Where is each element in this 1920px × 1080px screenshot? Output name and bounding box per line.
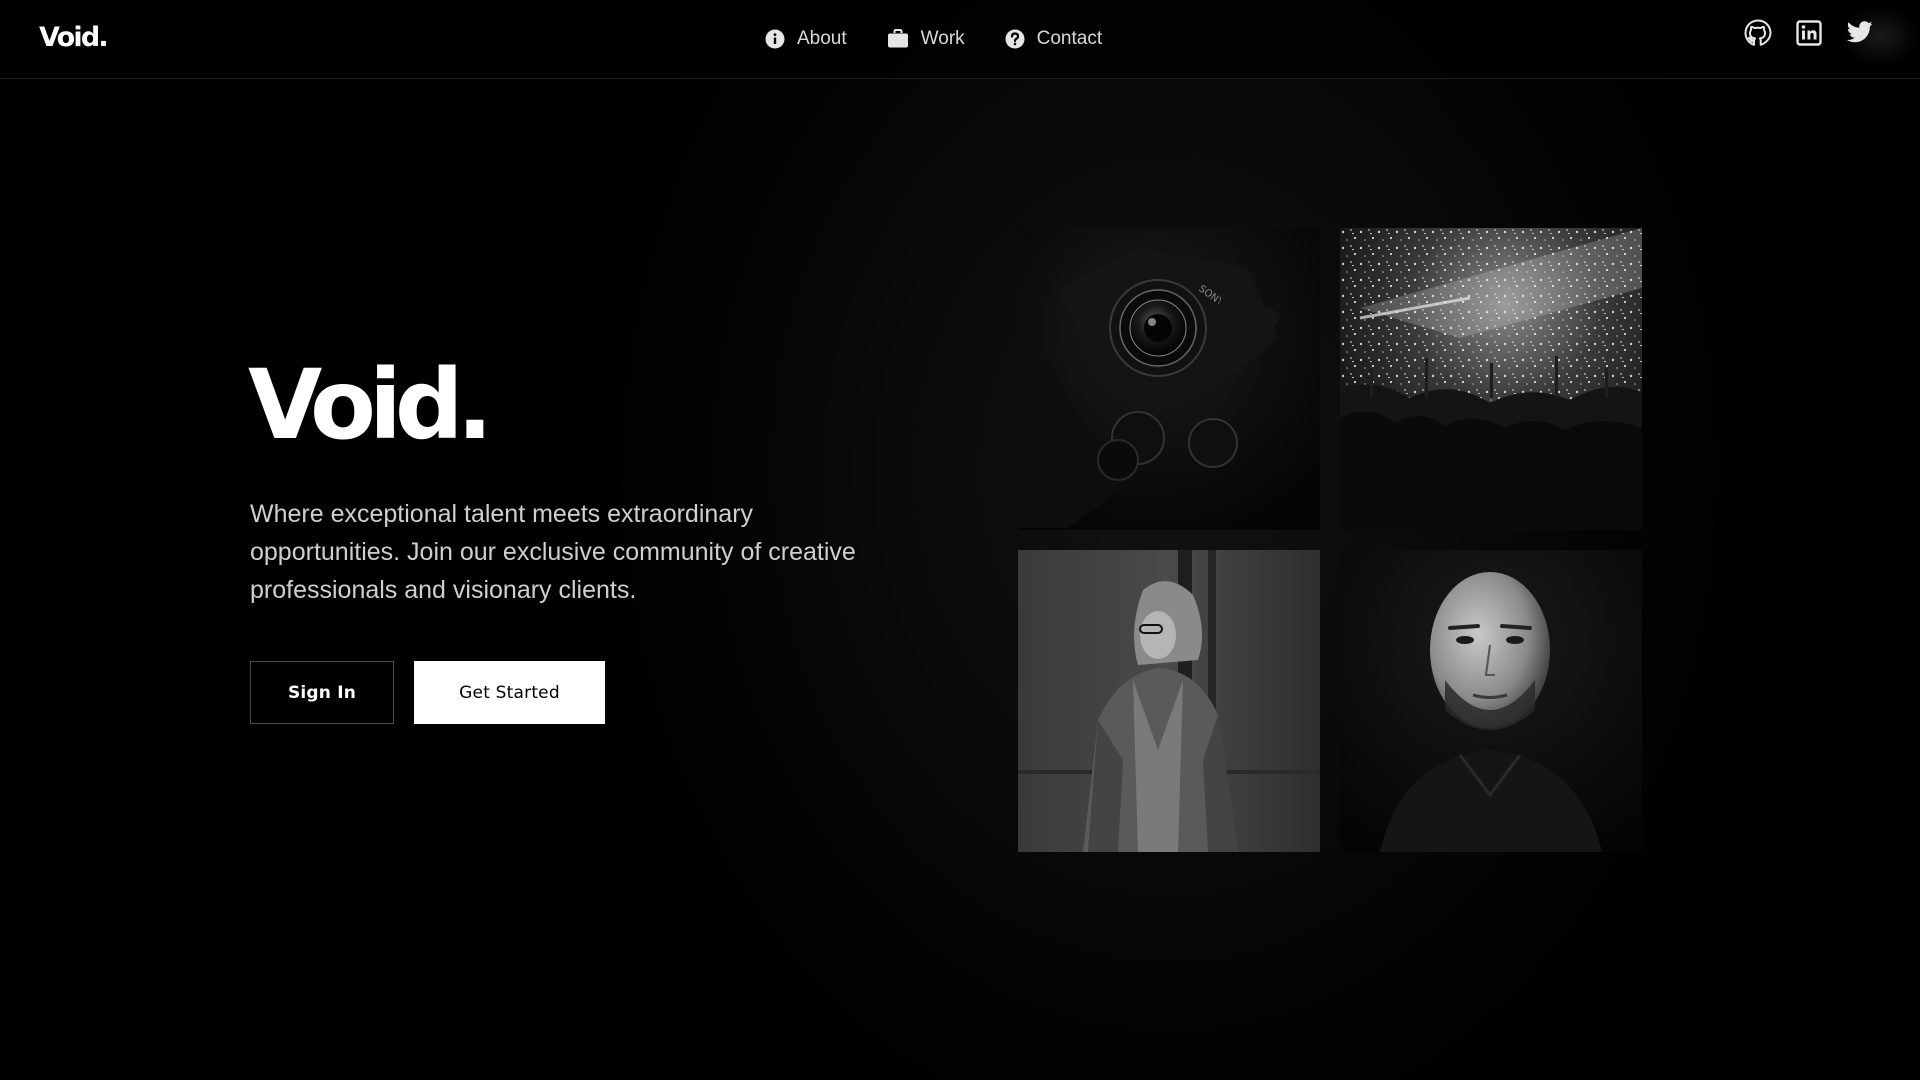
briefcase-icon — [887, 29, 909, 49]
social-links — [1743, 19, 1874, 52]
landing-page: Void. About Work Contact Void. Where exc… — [0, 0, 1920, 1080]
hero-title: Void. — [248, 349, 493, 461]
nav-item-label: Work — [920, 28, 965, 49]
gallery-image-camera: SONY — [1018, 228, 1320, 530]
info-icon — [765, 29, 785, 49]
twitter-icon — [1846, 21, 1874, 50]
gallery-image-woman — [1018, 550, 1320, 852]
brand-logo[interactable]: Void. — [39, 22, 109, 54]
photo-gallery: SONY — [1018, 228, 1643, 853]
nav-item-work[interactable]: Work — [887, 24, 965, 54]
main-nav: About Work Contact — [765, 24, 1102, 54]
nav-item-label: About — [797, 28, 847, 49]
linkedin-link[interactable] — [1794, 20, 1823, 51]
gallery-image-man — [1340, 550, 1642, 852]
twitter-link[interactable] — [1845, 21, 1874, 50]
linkedin-icon — [1795, 20, 1822, 51]
question-icon — [1005, 29, 1025, 49]
get-started-button[interactable]: Get Started — [414, 661, 605, 724]
hero-description: Where exceptional talent meets extraordi… — [250, 500, 856, 604]
sign-in-button[interactable]: Sign In — [250, 661, 394, 724]
github-icon — [1744, 19, 1772, 52]
nav-item-about[interactable]: About — [765, 24, 847, 54]
github-link[interactable] — [1743, 19, 1772, 52]
nav-item-contact[interactable]: Contact — [1005, 24, 1102, 54]
gallery-image-concert — [1340, 228, 1642, 530]
top-navbar: Void. About Work Contact — [0, 0, 1920, 79]
nav-item-label: Contact — [1036, 28, 1103, 49]
